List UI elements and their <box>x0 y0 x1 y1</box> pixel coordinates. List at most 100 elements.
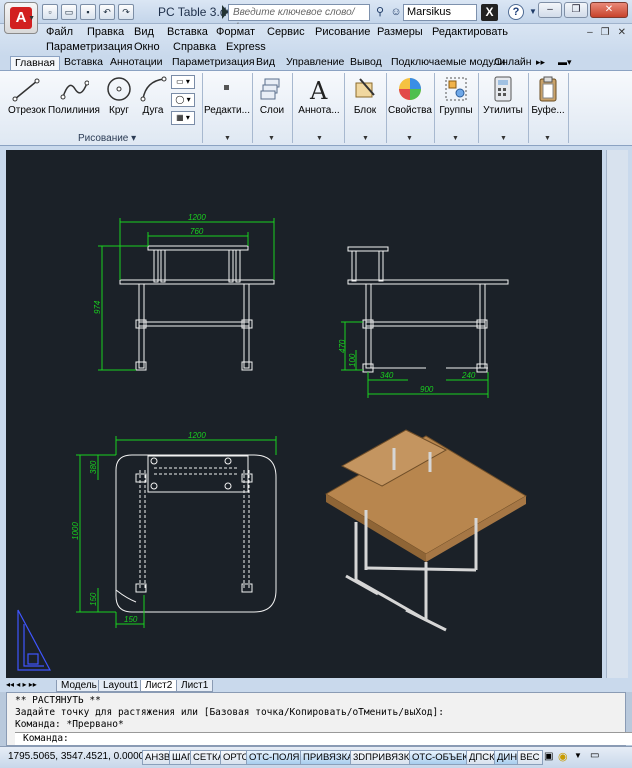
minimize-button[interactable]: ‒ <box>538 2 562 18</box>
hatch-tool-icon[interactable]: ▦ ▾ <box>171 111 195 125</box>
menu-help[interactable]: Справка <box>173 41 226 53</box>
dim-plan-width: 1200 <box>188 431 206 440</box>
chevron-down-icon[interactable]: ▼ <box>268 135 275 142</box>
dim-front-shelf: 760 <box>190 227 204 236</box>
menu-file[interactable]: Файл <box>46 26 87 38</box>
tab-parametric[interactable]: Параметризация <box>172 56 255 70</box>
line-tool-label: Отрезок <box>8 105 46 116</box>
doc-minimize-icon[interactable]: ‒ <box>587 27 593 38</box>
front-view <box>119 245 275 371</box>
user-login-field[interactable]: Marsikus <box>403 4 477 21</box>
tab-nav-arrows-icon[interactable]: ◂◂ ◂ ▸ ▸▸ <box>6 680 37 689</box>
layout-tab-sheet2[interactable]: Лист2 <box>140 680 178 692</box>
annotation-panel-label: Аннота... <box>298 105 340 116</box>
chevron-down-icon[interactable]: ▼ <box>362 135 369 142</box>
search-input[interactable]: Введите ключевое слово/фразу <box>228 4 370 33</box>
tab-annotate[interactable]: Аннотации <box>110 56 163 70</box>
new-file-icon[interactable]: ▫ <box>42 4 58 20</box>
block-panel-button[interactable]: Блок <box>348 75 382 116</box>
layout-tab-layout1[interactable]: Layout1 <box>98 680 144 692</box>
status-lineweight[interactable]: ВЕС <box>517 750 543 765</box>
annotation-scale-icon[interactable]: ▣ <box>544 751 553 762</box>
layout-tab-sheet1[interactable]: Лист1 <box>176 680 214 692</box>
close-button[interactable]: ✕ <box>590 2 628 18</box>
ellipse-tool-icon[interactable]: ◯ ▾ <box>171 93 195 107</box>
isometric-table-view <box>325 429 527 632</box>
more-tabs-icon[interactable]: ▸▸ <box>536 56 545 70</box>
menu-view[interactable]: Вид <box>134 26 167 38</box>
tab-home[interactable]: Главная <box>10 56 60 70</box>
chevron-down-icon[interactable]: ▼ <box>500 135 507 142</box>
rectangle-tool-icon[interactable]: ▭ ▾ <box>171 75 195 89</box>
polyline-tool-button[interactable]: Полилиния <box>48 75 100 116</box>
menu-parametric[interactable]: Параметризация <box>46 41 134 53</box>
drawing-canvas[interactable]: 1200 760 974 470 100 340 240 900 1200 10… <box>6 150 602 678</box>
circle-tool-button[interactable]: Круг <box>104 75 134 116</box>
command-history-line-3: Команда: *Прервано* <box>15 719 124 730</box>
layout-tab-model[interactable]: Модель <box>56 680 102 692</box>
menu-window[interactable]: Окно <box>134 41 173 53</box>
panel-separator <box>568 73 569 143</box>
circle-tool-label: Круг <box>109 105 129 116</box>
command-input[interactable]: Команда: <box>15 732 632 745</box>
menu-insert[interactable]: Вставка <box>167 26 216 38</box>
properties-panel-button[interactable]: Свойства <box>388 75 432 116</box>
vertical-scrollbar[interactable] <box>606 150 628 678</box>
tab-online[interactable]: Онлайн <box>494 56 532 70</box>
layers-panel-button[interactable]: Слои <box>256 75 288 116</box>
utilities-panel-button[interactable]: Утилиты <box>480 75 526 116</box>
binoculars-icon[interactable]: ⚲ <box>373 5 387 19</box>
undo-icon[interactable]: ↶ <box>99 4 115 20</box>
chevron-down-icon[interactable]: ▼ <box>452 135 459 142</box>
menu-dimension[interactable]: Размеры <box>377 26 432 38</box>
panel-separator <box>478 73 479 143</box>
doc-restore-icon[interactable]: ❐ <box>601 27 610 38</box>
block-insert-icon <box>355 78 375 98</box>
redo-icon[interactable]: ↷ <box>118 4 134 20</box>
groups-icon <box>445 77 467 101</box>
modify-panel-button[interactable]: Редакти... <box>204 75 250 116</box>
menu-express[interactable]: Express <box>226 41 266 53</box>
exchange-icon[interactable]: X <box>481 4 498 21</box>
menu-modify[interactable]: Редактировать <box>432 26 508 38</box>
ribbon-minimize-icon[interactable]: ▬▾ <box>558 56 572 70</box>
menu-edit[interactable]: Правка <box>87 26 134 38</box>
doc-close-icon[interactable]: ✕ <box>618 27 626 38</box>
chevron-down-icon[interactable]: ▼ <box>316 135 323 142</box>
open-folder-icon[interactable]: ▭ <box>61 4 77 20</box>
calculator-icon <box>494 76 512 102</box>
chevron-down-icon[interactable]: ▼ <box>224 135 231 142</box>
application-menu-button[interactable]: A ▼ <box>4 2 38 34</box>
help-icon[interactable]: ? <box>508 4 524 20</box>
draw-panel-label-text: Рисование <box>78 133 129 144</box>
line-tool-button[interactable]: Отрезок <box>8 75 46 116</box>
tab-output[interactable]: Вывод <box>350 56 382 70</box>
menu-tools[interactable]: Сервис <box>267 26 315 38</box>
arc-tool-button[interactable]: Дуга <box>138 75 168 116</box>
status-osnap[interactable]: ПРИВЯЗКА <box>300 750 357 765</box>
chevron-down-icon[interactable]: ▼ <box>544 135 551 142</box>
draw-panel-label[interactable]: Рисование ▾ <box>78 133 136 144</box>
line-icon <box>12 78 40 102</box>
status-ducs[interactable]: ДПСК <box>466 750 498 765</box>
clean-screen-icon[interactable]: ▭ <box>590 750 599 761</box>
lightbulb-icon[interactable]: ◉ <box>558 750 568 763</box>
dimension-labels: 1200 760 974 470 100 340 240 900 1200 10… <box>71 213 476 624</box>
restore-button[interactable]: ❐ <box>564 2 588 18</box>
chevron-down-icon[interactable]: ▼ <box>406 135 413 142</box>
user-icon[interactable]: ☺ <box>389 5 403 19</box>
polyline-tool-label: Полилиния <box>48 105 100 116</box>
clipboard-panel-button[interactable]: Буфе... <box>530 75 566 116</box>
tab-view[interactable]: Вид <box>256 56 275 70</box>
dim-plan-depth: 1000 <box>71 522 80 540</box>
tab-manage[interactable]: Управление <box>286 56 344 70</box>
tab-plugins[interactable]: Подключаемые модули <box>391 56 505 70</box>
annotation-panel-button[interactable]: A Аннота... <box>296 75 342 116</box>
chevron-down-icon[interactable]: ▼ <box>574 751 582 760</box>
groups-panel-button[interactable]: Группы <box>436 75 476 116</box>
save-icon[interactable]: ▪ <box>80 4 96 20</box>
menu-format[interactable]: Формат <box>216 26 267 38</box>
menu-draw[interactable]: Рисование <box>315 26 377 38</box>
dim-side-depth: 900 <box>420 385 434 394</box>
tab-insert[interactable]: Вставка <box>64 56 103 70</box>
